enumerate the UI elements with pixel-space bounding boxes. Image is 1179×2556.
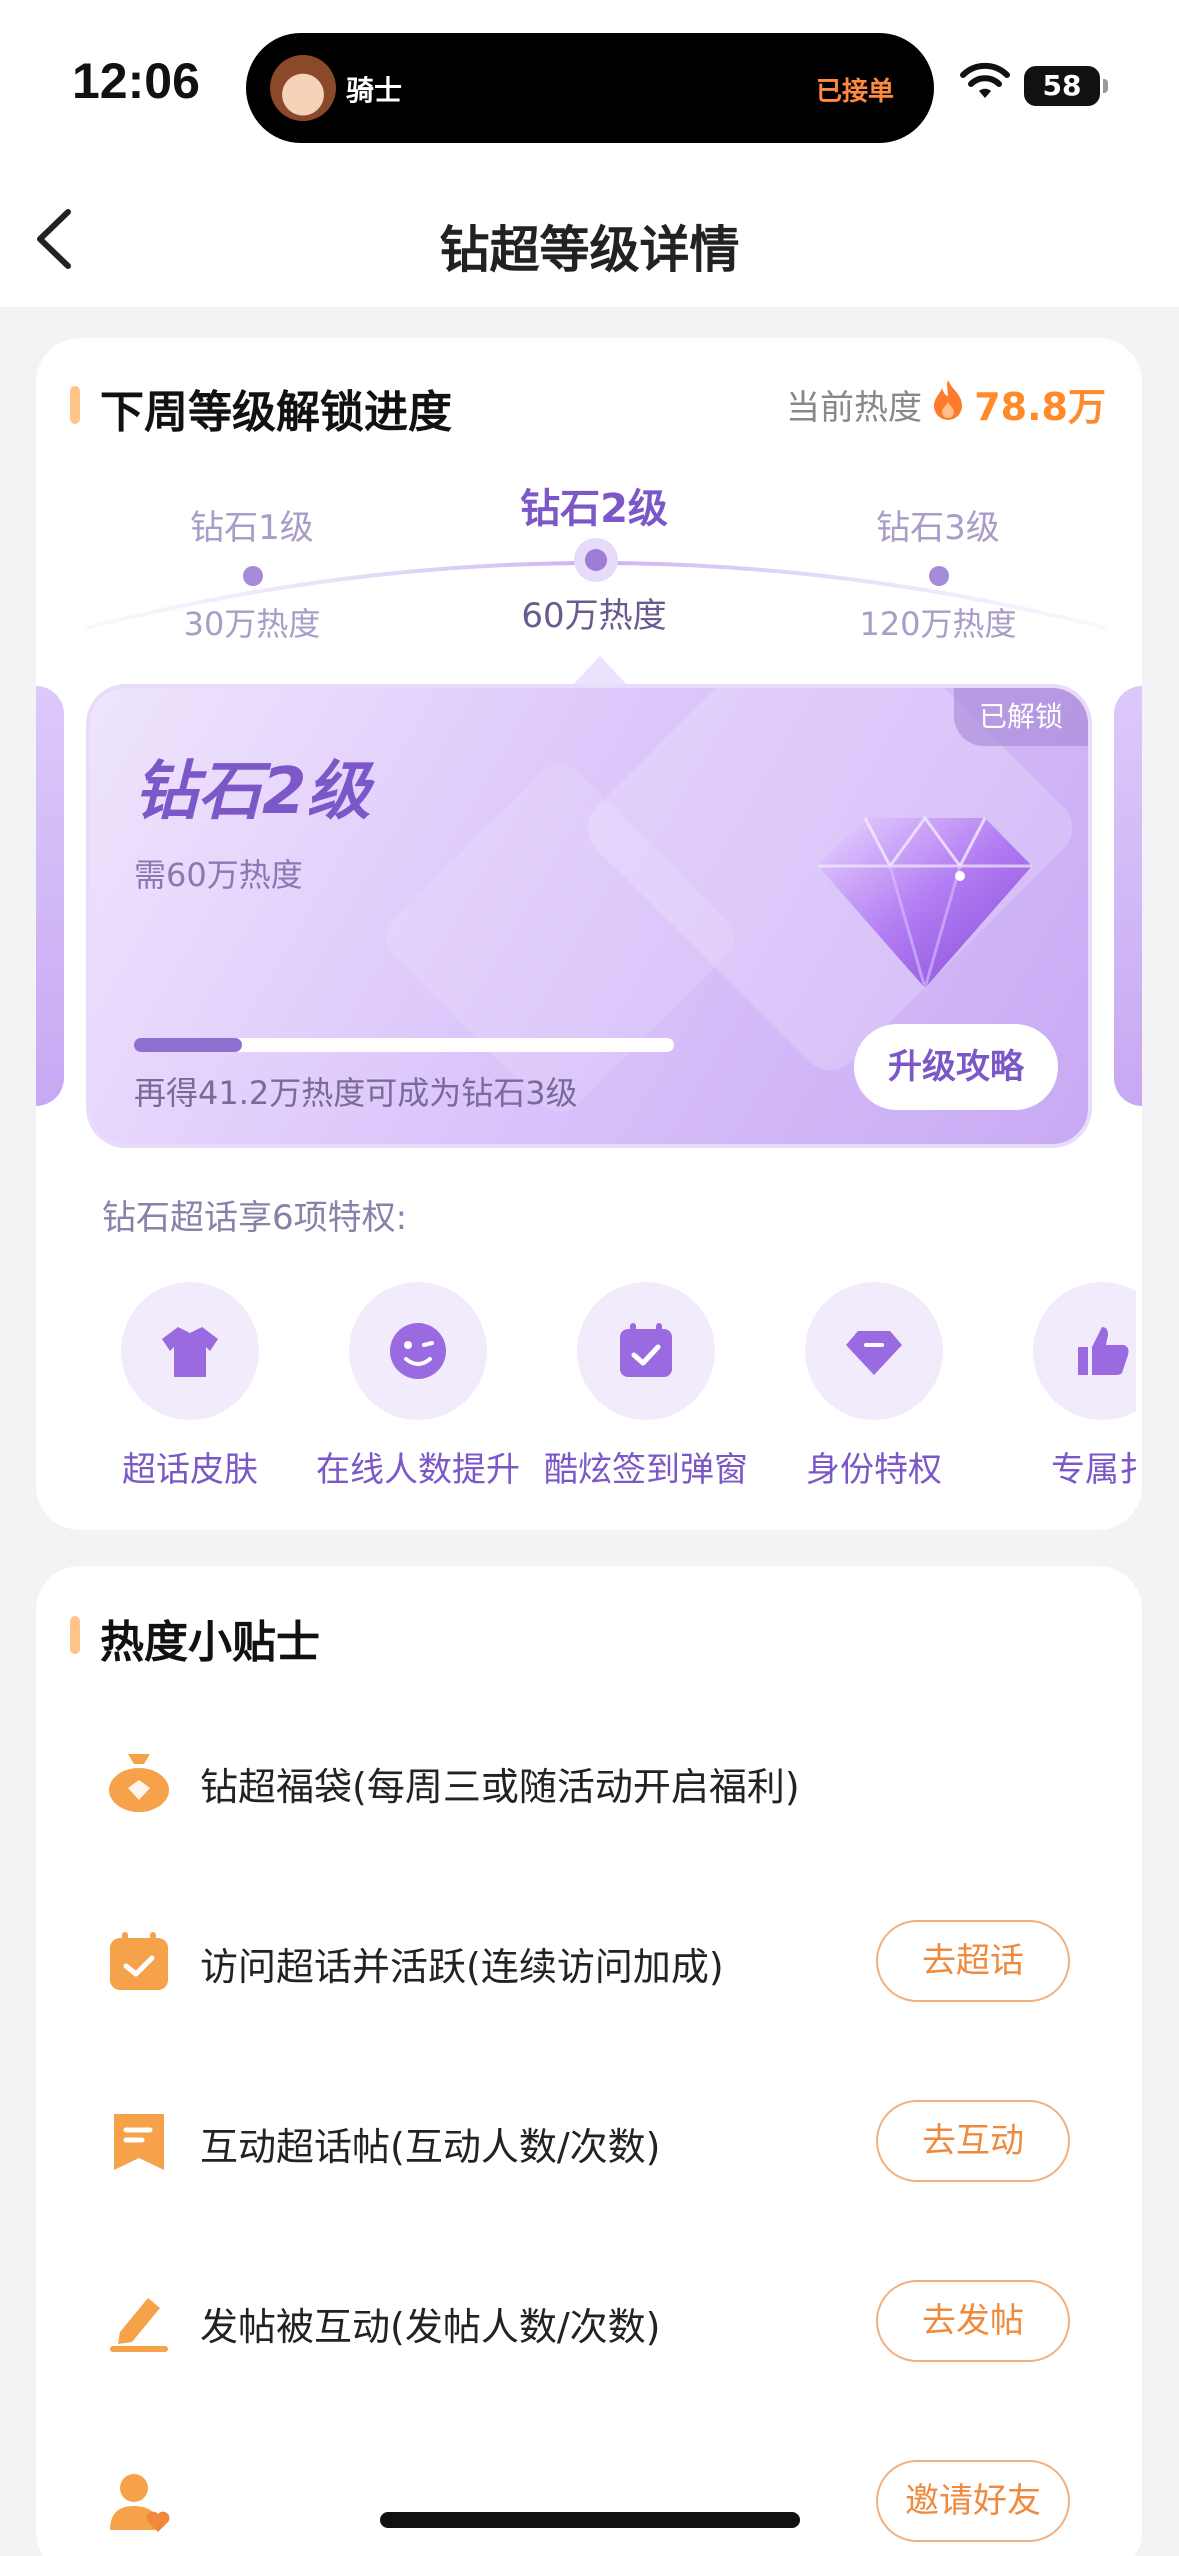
current-heat-label: 当前热度 xyxy=(786,388,922,428)
level-card-requirement: 需60万热度 xyxy=(134,856,303,894)
diamond-icon xyxy=(818,815,1032,994)
level-item-3[interactable]: 钻石3级 120万热度 xyxy=(808,500,1068,645)
go-supertopic-button[interactable]: 去超话 xyxy=(876,1920,1070,2002)
status-bar: 12:06 骑士 已接单 58 xyxy=(0,0,1179,170)
pencil-icon xyxy=(110,2298,168,2352)
privilege-label: 酷炫签到弹窗 xyxy=(544,1450,748,1490)
privilege-item[interactable]: 专属扌 xyxy=(988,1282,1136,1491)
level-progress-text: 再得41.2万热度可成为钻石3级 xyxy=(134,1074,578,1112)
battery-indicator: 58 xyxy=(1024,66,1108,106)
upgrade-guide-button[interactable]: 升级攻略 xyxy=(854,1024,1058,1110)
wifi-icon xyxy=(960,62,1010,98)
privilege-item[interactable]: 酷炫签到弹窗 xyxy=(532,1282,760,1491)
unlocked-badge: 已解锁 xyxy=(954,688,1088,746)
tip-item: 钻超福袋(每周三或随活动开启福利) xyxy=(36,1726,1142,1836)
privilege-item[interactable]: 超话皮肤 xyxy=(76,1282,304,1491)
level-name: 钻石2级 xyxy=(520,486,668,532)
level-item-1[interactable]: 钻石1级 30万热度 xyxy=(122,500,382,645)
rider-avatar xyxy=(270,55,336,121)
privilege-label: 身份特权 xyxy=(806,1450,942,1490)
calendar-icon xyxy=(110,1932,168,1990)
section-title: 下周等级解锁进度 xyxy=(100,387,452,438)
heat-tips-card: 热度小贴士 钻超福袋(每周三或随活动开启福利) 访问超话并活跃(连续访问加成) … xyxy=(36,1566,1142,2556)
tip-item: 发帖被互动(发帖人数/次数) 去发帖 xyxy=(36,2266,1142,2376)
page-title: 钻超等级详情 xyxy=(439,221,740,279)
current-heat-value: 78.8万 xyxy=(974,385,1106,429)
privilege-item[interactable]: 身份特权 xyxy=(760,1282,988,1491)
prev-level-card-peek[interactable] xyxy=(36,686,64,1106)
level-item-2[interactable]: 钻石2级 60万热度 xyxy=(464,476,724,637)
tip-item: 邀请好友 xyxy=(36,2446,1142,2556)
level-progress-fill xyxy=(134,1038,242,1052)
level-card: 已解锁 钻石2级 需60万热度 再得41.2万热度可成为钻石3级 升级攻略 xyxy=(86,684,1092,1148)
level-progress-card: 下周等级解锁进度 当前热度 78.8万 钻石1级 30万热度 钻石2级 60万热… xyxy=(36,338,1142,1530)
tip-text: 互动超话帖(互动人数/次数) xyxy=(200,2125,661,2169)
tip-text: 发帖被互动(发帖人数/次数) xyxy=(200,2305,661,2349)
privileges-list[interactable]: 超话皮肤 在线人数提升 酷炫签到弹窗 身份特权 专属扌 xyxy=(76,1282,1136,1502)
fire-icon xyxy=(934,380,962,420)
go-post-button[interactable]: 去发帖 xyxy=(876,2280,1070,2362)
tip-item: 互动超话帖(互动人数/次数) 去互动 xyxy=(36,2086,1142,2196)
shirt-icon xyxy=(162,1327,218,1377)
tip-item: 访问超话并活跃(连续访问加成) 去超话 xyxy=(36,1906,1142,2016)
level-progress-bar xyxy=(134,1038,674,1052)
level-card-name: 钻石2级 xyxy=(134,755,371,829)
nav-bar: 钻超等级详情 xyxy=(0,170,1179,308)
level-name: 钻石1级 xyxy=(190,508,314,548)
thumbs-up-icon xyxy=(1078,1327,1129,1375)
section-accent-bar xyxy=(70,1616,80,1654)
dynamic-island[interactable]: 骑士 已接单 xyxy=(246,33,934,143)
activity-status: 已接单 xyxy=(815,77,894,107)
next-level-card-peek[interactable] xyxy=(1114,686,1142,1106)
status-time: 12:06 xyxy=(72,53,200,109)
bookmark-icon xyxy=(114,2114,164,2170)
privilege-item[interactable]: 在线人数提升 xyxy=(304,1282,532,1491)
tip-text: 访问超话并活跃(连续访问加成) xyxy=(200,1945,724,1989)
go-interact-button[interactable]: 去互动 xyxy=(876,2100,1070,2182)
tip-text: 钻超福袋(每周三或随活动开启福利) xyxy=(200,1765,800,1809)
section-accent-bar xyxy=(70,386,80,424)
privilege-label: 专属扌 xyxy=(1051,1450,1136,1490)
activity-name: 骑士 xyxy=(346,74,403,107)
level-name: 钻石3级 xyxy=(876,508,1000,548)
lucky-bag-icon xyxy=(109,1754,169,1812)
gem-badge-icon xyxy=(846,1331,902,1375)
privilege-label: 超话皮肤 xyxy=(122,1450,258,1490)
calendar-check-icon xyxy=(620,1323,672,1377)
user-heart-icon xyxy=(110,2474,170,2532)
smile-wink-icon xyxy=(390,1323,446,1379)
privilege-label: 在线人数提升 xyxy=(316,1450,520,1490)
section-title: 热度小贴士 xyxy=(100,1617,320,1668)
home-indicator[interactable] xyxy=(380,2512,800,2528)
level-heat: 30万热度 xyxy=(183,605,321,643)
invite-friends-button[interactable]: 邀请好友 xyxy=(876,2460,1070,2542)
level-heat: 120万热度 xyxy=(859,605,1017,643)
privileges-title: 钻石超话享6项特权: xyxy=(102,1198,408,1238)
level-heat: 60万热度 xyxy=(521,596,667,636)
